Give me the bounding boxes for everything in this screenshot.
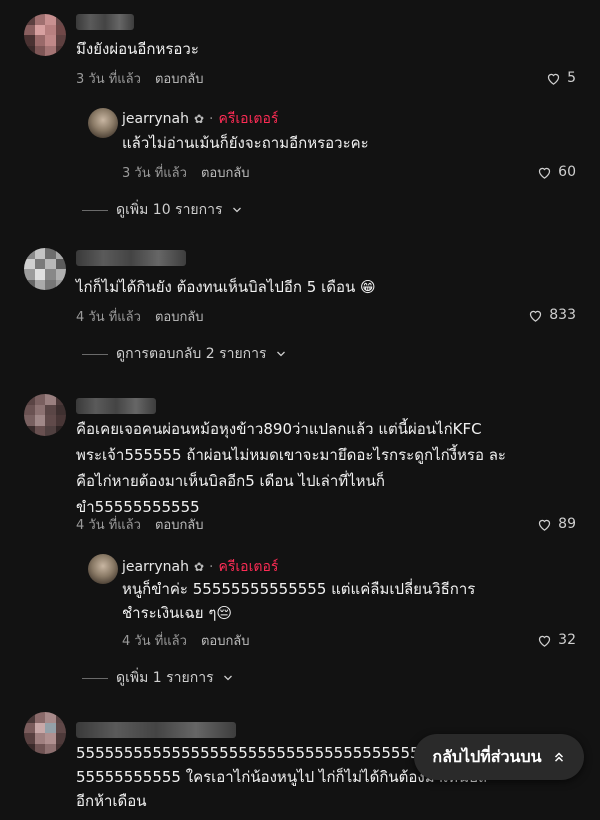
- avatar[interactable]: [24, 712, 66, 754]
- comment-meta: 3 วัน ที่แล้ว ตอบกลับ: [76, 68, 204, 89]
- chevron-down-icon: [232, 207, 241, 213]
- creator-badge: ครีเอเตอร์: [218, 559, 279, 575]
- separator-dot: ·: [209, 111, 214, 127]
- username-blurred[interactable]: [76, 398, 156, 414]
- comment-text: มึงยังผ่อนอีกหรอวะ: [76, 40, 199, 58]
- flower-icon: ✿: [193, 112, 205, 126]
- chevron-down-icon: [223, 675, 232, 681]
- comment-text-line: คือไก่หายต้องมาเห็นบิลอีก5 เดือน ไปเล่าท…: [76, 472, 385, 490]
- back-to-top-button[interactable]: กลับไปที่ส่วนบน: [414, 734, 584, 780]
- username-text: jearrynah: [122, 111, 189, 127]
- username-blurred[interactable]: [76, 14, 134, 30]
- avatar[interactable]: [24, 394, 66, 436]
- reply-button[interactable]: ตอบกลับ: [155, 72, 204, 87]
- like-button[interactable]: 5: [546, 70, 576, 86]
- double-chevron-up-icon: [554, 752, 563, 762]
- like-count: 60: [558, 164, 576, 180]
- reply-meta: 3 วัน ที่แล้ว ตอบกลับ: [122, 162, 250, 183]
- reply-text-line: ชำระเงินเฉย ๆ😔: [122, 604, 233, 622]
- view-replies[interactable]: ดูการตอบกลับ 2 รายการ: [82, 343, 287, 365]
- comment-time: 4 วัน ที่แล้ว: [76, 310, 141, 325]
- reply-text-line: หนูก็ขำค่ะ 55555555555555 แต่แค่ลืมเปลี่…: [122, 580, 476, 598]
- avatar[interactable]: [24, 248, 66, 290]
- avatar[interactable]: [24, 14, 66, 56]
- divider-line: [82, 677, 108, 679]
- reply-button[interactable]: ตอบกลับ: [201, 166, 250, 181]
- like-count: 32: [558, 632, 576, 648]
- creator-avatar[interactable]: [88, 108, 118, 138]
- like-button[interactable]: 60: [537, 164, 576, 180]
- username-blurred[interactable]: [76, 722, 236, 738]
- heart-icon: [539, 167, 551, 179]
- creator-avatar[interactable]: [88, 554, 118, 584]
- like-button[interactable]: 833: [528, 307, 576, 323]
- username-blurred[interactable]: [76, 250, 186, 266]
- flower-icon: ✿: [193, 560, 205, 574]
- separator-dot: ·: [209, 559, 214, 575]
- comment-text: ไก่ก็ไม่ได้กินยัง ต้องทนเห็นบิลไปอีก 5 เ…: [76, 278, 376, 296]
- comment-meta: 4 วัน ที่แล้ว ตอบกลับ: [76, 514, 204, 535]
- username-text: jearrynah: [122, 559, 189, 575]
- like-count: 5: [567, 70, 576, 86]
- view-more-label: ดูเพิ่ม 10 รายการ: [116, 202, 223, 218]
- comment-text-line: อีกห้าเดือน: [76, 792, 147, 810]
- chevron-down-icon: [276, 351, 285, 357]
- reply-button[interactable]: ตอบกลับ: [201, 634, 250, 649]
- divider-line: [82, 353, 108, 355]
- like-count: 833: [549, 307, 576, 323]
- reply-button[interactable]: ตอบกลับ: [155, 518, 204, 533]
- like-count: 89: [558, 516, 576, 532]
- reply-text: แล้วไม่อ่านเม้นก็ยังจะถามอีกหรอวะคะ: [122, 134, 369, 152]
- heart-icon: [539, 519, 551, 531]
- like-button[interactable]: 89: [537, 516, 576, 532]
- comment-text-line: 5555555555555555555555555555555555555: [76, 744, 430, 762]
- reply-button[interactable]: ตอบกลับ: [155, 310, 204, 325]
- comment-meta: 4 วัน ที่แล้ว ตอบกลับ: [76, 306, 204, 327]
- divider-line: [82, 209, 108, 211]
- comment-time: 4 วัน ที่แล้ว: [76, 518, 141, 533]
- heart-icon: [547, 73, 560, 85]
- creator-badge: ครีเอเตอร์: [218, 111, 279, 127]
- reply-username[interactable]: jearrynah ✿ · ครีเอเตอร์: [122, 108, 278, 130]
- view-replies-label: ดูการตอบกลับ 2 รายการ: [116, 346, 267, 362]
- reply-time: 4 วัน ที่แล้ว: [122, 634, 187, 649]
- comment-text-line: คือเคยเจอคนผ่อนหม้อหุงข้าว890ว่าแปลกแล้ว…: [76, 420, 482, 438]
- comment-time: 3 วัน ที่แล้ว: [76, 72, 141, 87]
- view-more-label: ดูเพิ่ม 1 รายการ: [116, 670, 214, 686]
- reply-time: 3 วัน ที่แล้ว: [122, 166, 187, 181]
- view-more-replies[interactable]: ดูเพิ่ม 1 รายการ: [82, 667, 234, 689]
- view-more-replies[interactable]: ดูเพิ่ม 10 รายการ: [82, 199, 243, 221]
- heart-icon: [539, 635, 551, 647]
- back-to-top-label: กลับไปที่ส่วนบน: [432, 746, 542, 766]
- comment-text-line: พระเจ้า555555 ถ้าผ่อนไม่หมดเขาจะมายึดอะไ…: [76, 446, 506, 464]
- reply-username[interactable]: jearrynah ✿ · ครีเอเตอร์: [122, 556, 278, 578]
- like-button[interactable]: 32: [537, 632, 576, 648]
- reply-meta: 4 วัน ที่แล้ว ตอบกลับ: [122, 630, 250, 651]
- heart-icon: [530, 310, 542, 322]
